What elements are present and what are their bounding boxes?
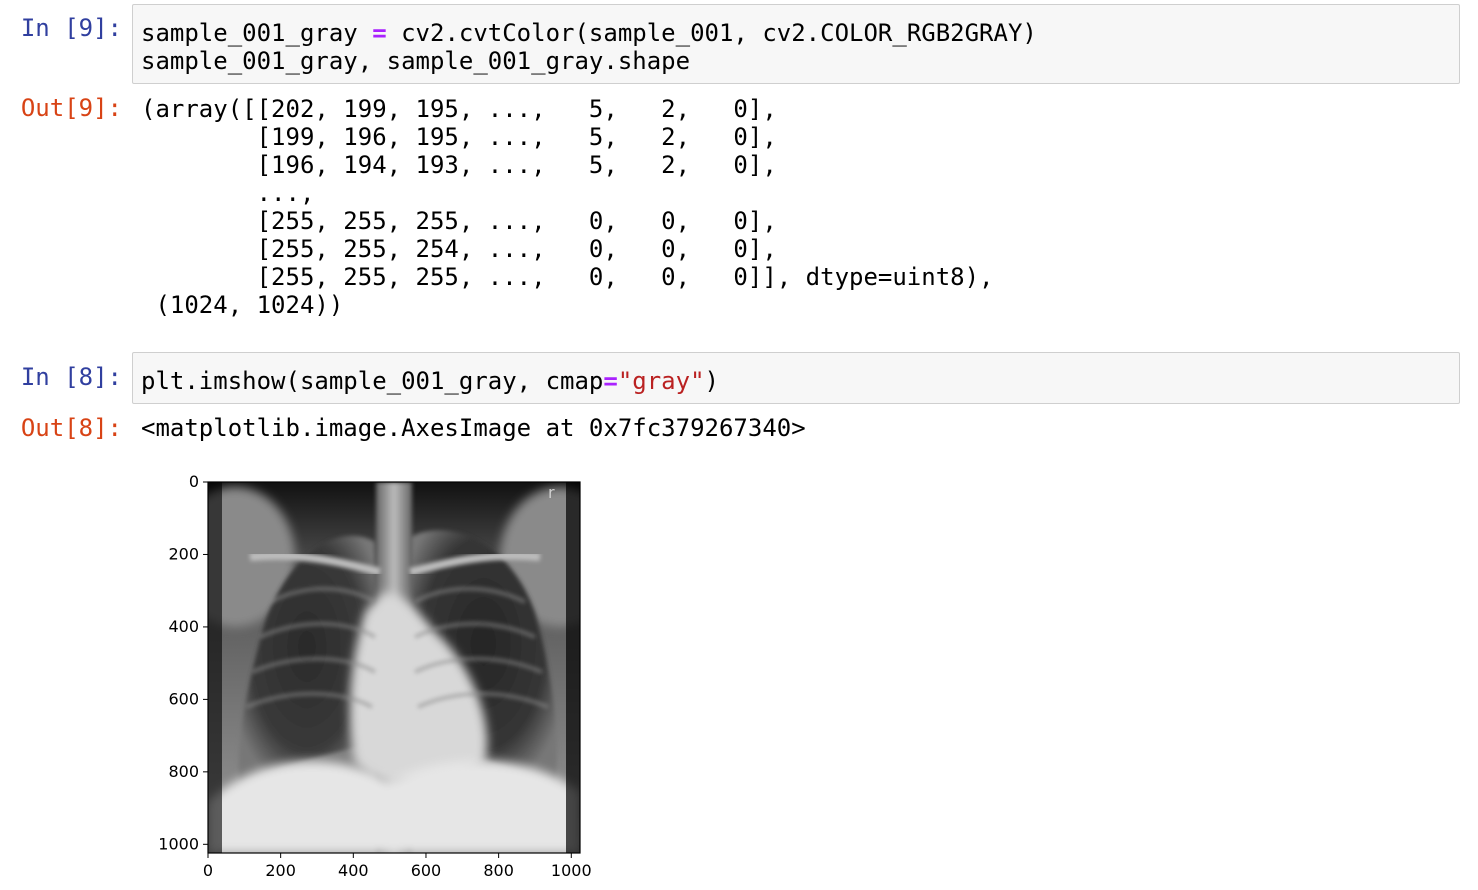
x-tick-label: 1000: [551, 861, 592, 880]
code-cell-9[interactable]: sample_001_gray = cv2.cvtColor(sample_00…: [132, 4, 1460, 84]
y-axis: 0 200 400 600 800 1000: [158, 472, 208, 853]
x-tick-label: 800: [483, 861, 514, 880]
code-line-1: plt.imshow(sample_001_gray, cmap="gray"): [141, 367, 719, 395]
x-tick-label: 0: [203, 861, 213, 880]
corner-marker: r: [548, 483, 555, 502]
y-tick-label: 1000: [158, 834, 199, 853]
imshow-plot: r 0 200 400 600 800 1000 0 200 400 600 800 1000: [158, 472, 592, 880]
in-prompt-9: In [9]:: [20, 14, 122, 42]
x-tick-label: 600: [411, 861, 442, 880]
x-tick-label: 200: [265, 861, 296, 880]
code-line-2: sample_001_gray, sample_001_gray.shape: [141, 47, 691, 75]
output-9: (array([[202, 199, 195, ..., 5, 2, 0], […: [141, 95, 994, 319]
in-prompt-8: In [8]:: [20, 363, 122, 391]
output-8: <matplotlib.image.AxesImage at 0x7fc3792…: [141, 414, 806, 442]
out-prompt-8: Out[8]:: [20, 414, 122, 442]
code-line-1: sample_001_gray = cv2.cvtColor(sample_00…: [141, 19, 1037, 47]
code-cell-8[interactable]: plt.imshow(sample_001_gray, cmap="gray"): [132, 352, 1460, 404]
out-prompt-9: Out[9]:: [20, 94, 122, 122]
y-tick-label: 800: [168, 762, 199, 781]
y-tick-label: 200: [168, 544, 199, 563]
y-tick-label: 0: [189, 472, 199, 491]
x-tick-label: 400: [338, 861, 369, 880]
x-axis: 0 200 400 600 800 1000: [203, 853, 592, 880]
xray-image: [208, 482, 580, 853]
y-tick-label: 400: [168, 617, 199, 636]
y-tick-label: 600: [168, 689, 199, 708]
